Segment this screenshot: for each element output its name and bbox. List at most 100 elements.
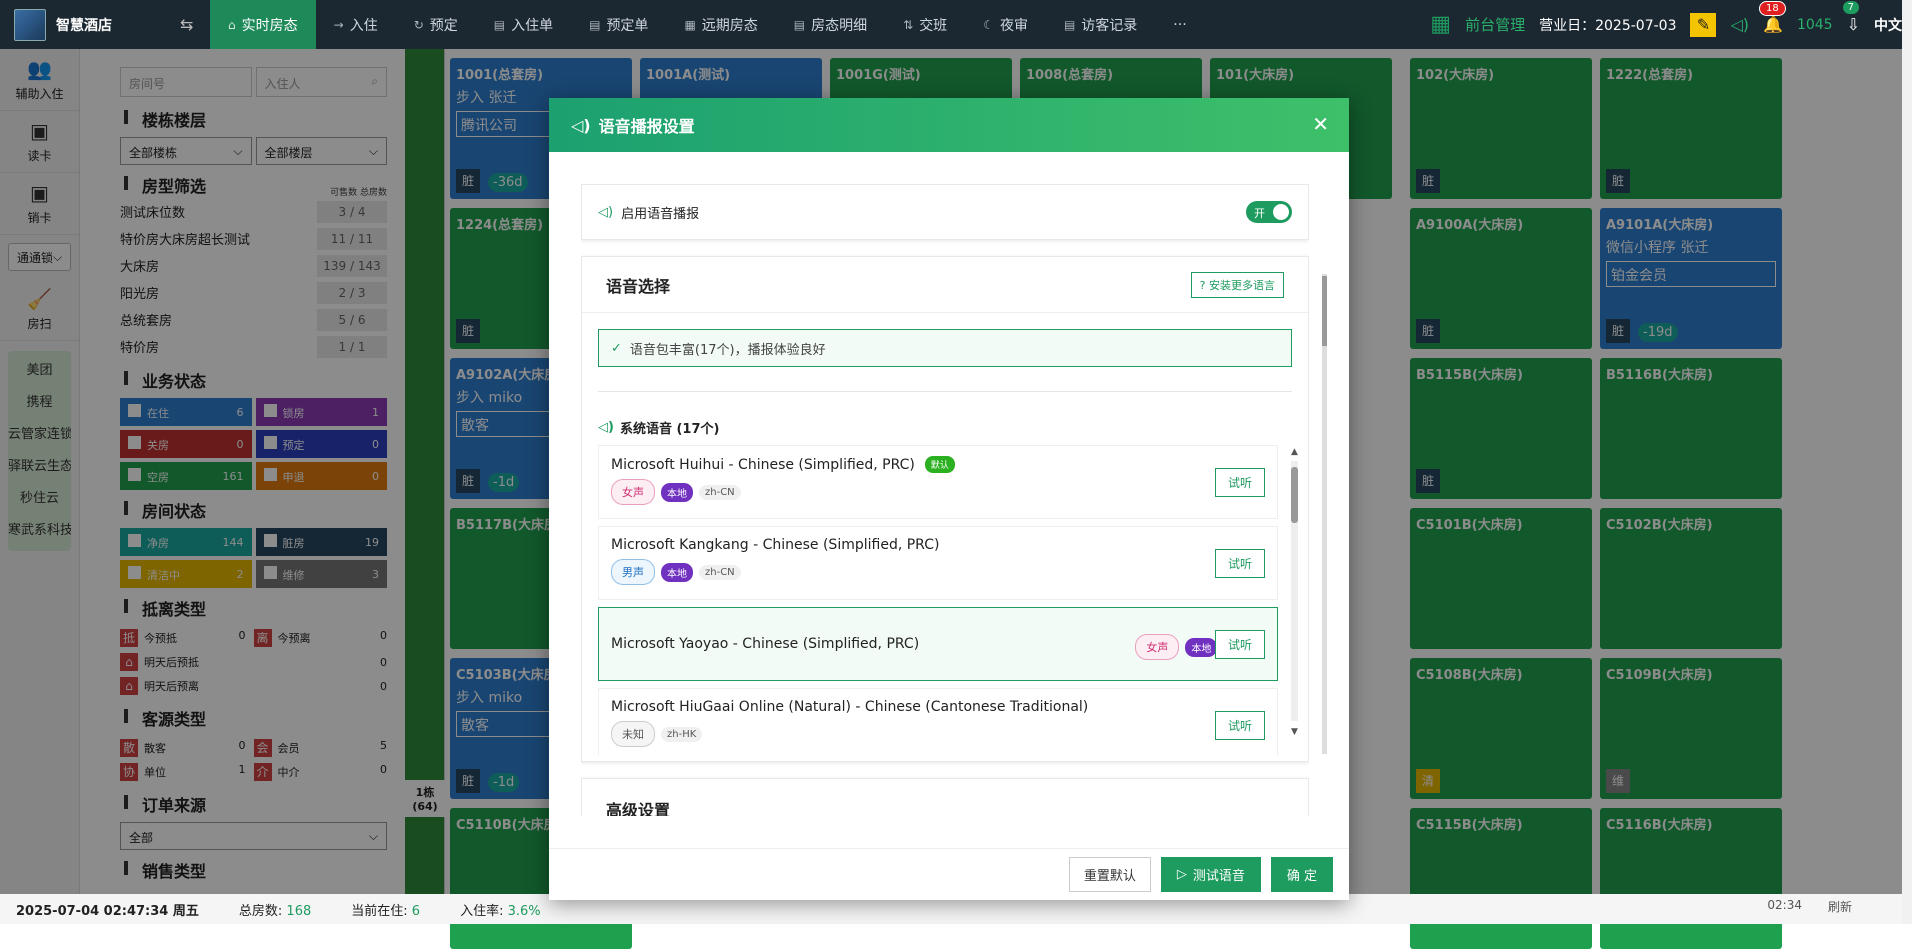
dialog-title: 语音播报设置 bbox=[598, 117, 695, 136]
listen-button[interactable]: 试听 bbox=[1214, 549, 1265, 578]
confirm-button[interactable]: 确 定 bbox=[1270, 857, 1333, 892]
nav-icon: ▤ bbox=[793, 17, 806, 32]
local-tag: 本地 bbox=[661, 482, 693, 502]
download-icon[interactable]: ⇩ 7 bbox=[1842, 1, 1860, 34]
nav-icon: → bbox=[333, 17, 344, 32]
current-occupancy: 当前在住: 6 bbox=[351, 900, 420, 919]
advanced-settings-card[interactable]: 高级设置 bbox=[581, 778, 1309, 816]
listen-button[interactable]: 试听 bbox=[1214, 468, 1265, 497]
language-card: 语音选择 ? 安装更多语言 ✓ 语音包丰富(17个)，播报体验良好 ◁) 系统语音 … bbox=[581, 256, 1309, 762]
toggle-knob bbox=[1273, 204, 1289, 220]
system-voice-title: ◁) 系统语音 (17个) bbox=[598, 418, 1292, 437]
check-circle-icon: ✓ bbox=[611, 340, 622, 356]
nav-icon: ☾ bbox=[983, 17, 994, 32]
top-right-area: ▦ 前台管理 营业日：2025-07-03 ✎ ◁) 🔔 18 1045 ⇩ 7 中… bbox=[1430, 0, 1912, 49]
collapse-icon[interactable]: ⇆ bbox=[180, 15, 200, 34]
nav-label: 房态明细 bbox=[811, 17, 868, 34]
enable-label: 启用语音播报 bbox=[621, 206, 700, 222]
voice-tags: 未知 zh-HK bbox=[611, 721, 1265, 747]
voice-item[interactable]: Microsoft Yaoyao - Chinese (Simplified, … bbox=[598, 607, 1278, 681]
dialog-scrollbar-track[interactable] bbox=[1322, 274, 1327, 754]
close-icon[interactable]: ✕ bbox=[1312, 112, 1329, 136]
language-section-title: 语音选择 bbox=[606, 276, 671, 296]
nav-label: 实时房态 bbox=[241, 17, 298, 34]
current-label: 当前在住: bbox=[351, 903, 408, 919]
listen-button[interactable]: 试听 bbox=[1214, 630, 1265, 659]
nav-icon: ⌂ bbox=[228, 17, 236, 32]
grid-icon[interactable]: ▦ bbox=[1430, 12, 1451, 37]
system-voice-label: 系统语音 (17个) bbox=[619, 422, 720, 437]
count-1045: 1045 bbox=[1796, 16, 1833, 33]
gender-tag: 女声 bbox=[611, 479, 655, 505]
reset-default-button[interactable]: 重置默认 bbox=[1068, 857, 1151, 892]
datetime: 2025-07-04 02:47:34 周五 bbox=[16, 903, 199, 919]
voice-name-row: Microsoft Yaoyao - Chinese (Simplified, … bbox=[611, 618, 919, 670]
nav-item-0[interactable]: ⌂ 实时房态 bbox=[210, 0, 316, 49]
shift-label[interactable]: 前台管理 bbox=[1465, 14, 1525, 35]
dialog-scrollbar-thumb[interactable] bbox=[1322, 276, 1327, 346]
page-scrollbar[interactable] bbox=[1902, 0, 1912, 924]
scroll-down-icon[interactable]: ▼ bbox=[1291, 727, 1298, 737]
occupancy-rate: 入住率: 3.6% bbox=[460, 900, 541, 919]
play-icon: ▷ bbox=[1176, 867, 1187, 882]
nav-item-9[interactable]: ▤ 访客记录 bbox=[1046, 0, 1155, 49]
voice-list-scrollbar[interactable]: ▲ ▼ bbox=[1291, 447, 1298, 737]
voice-name: Microsoft Huihui - Chinese (Simplified, … bbox=[611, 456, 915, 473]
nav-label: 入住 bbox=[349, 17, 378, 34]
top-bar: 智慧酒店 ⇆ ⌂ 实时房态 → 入住 ↻ 预定 ▤ 入住单 ▤ 预定单 ▦ 远期房态 ▤ 房态明细 ⇅ 交班 ☾… bbox=[0, 0, 1912, 49]
nav-item-10[interactable]: ··· bbox=[1155, 0, 1204, 49]
nav-label: 交班 bbox=[919, 17, 948, 34]
divider bbox=[598, 391, 1292, 392]
business-date: 营业日：2025-07-03 bbox=[1539, 17, 1677, 34]
dialog-body: ◁) 启用语音播报 开 语音选择 ? 安装更多语言 ✓ 语音包丰富(17个)，播报体… bbox=[581, 184, 1309, 816]
nav-item-8[interactable]: ☾ 夜审 bbox=[965, 0, 1046, 49]
tip-text: 语音包丰富(17个)，播报体验良好 bbox=[629, 342, 826, 358]
nav-icon: ↻ bbox=[413, 17, 424, 32]
lang-code-tag: zh-CN bbox=[699, 484, 741, 500]
voice-name: Microsoft HiuGaai Online (Natural) - Chi… bbox=[611, 699, 1089, 715]
scroll-thumb[interactable] bbox=[1291, 467, 1298, 523]
dialog-footer: 重置默认 ▷ 测试语音 确 定 bbox=[549, 848, 1349, 900]
nav-item-2[interactable]: ↻ 预定 bbox=[396, 0, 476, 49]
language-switch[interactable]: 中文 bbox=[1874, 15, 1902, 35]
nav-item-6[interactable]: ▤ 房态明细 bbox=[776, 0, 885, 49]
brand[interactable]: 智慧酒店 bbox=[0, 0, 180, 49]
total-rooms: 总房数: 168 bbox=[239, 900, 311, 919]
nav-icon: ▦ bbox=[684, 17, 696, 32]
notification-bell[interactable]: 🔔 18 bbox=[1759, 1, 1786, 34]
gender-tag: 男声 bbox=[611, 559, 655, 585]
nav-item-5[interactable]: ▦ 远期房态 bbox=[666, 0, 775, 49]
advanced-title: 高级设置 bbox=[606, 801, 671, 816]
scroll-up-icon[interactable]: ▲ bbox=[1291, 447, 1298, 457]
lang-code-tag: zh-HK bbox=[661, 726, 703, 742]
nav-item-1[interactable]: → 入住 bbox=[316, 0, 396, 49]
voice-name: Microsoft Kangkang - Chinese (Simplified… bbox=[611, 537, 940, 553]
nav-icon: ▤ bbox=[589, 17, 601, 32]
nav-item-7[interactable]: ⇅ 交班 bbox=[885, 0, 965, 49]
enable-voice-card: ◁) 启用语音播报 开 bbox=[581, 184, 1309, 240]
total-value: 168 bbox=[286, 903, 312, 919]
nav-label: 入住单 bbox=[511, 17, 554, 34]
nav-label: 访客记录 bbox=[1081, 17, 1138, 34]
gender-tag: 女声 bbox=[1135, 634, 1180, 660]
help-icon: ? bbox=[1199, 278, 1206, 292]
nav-item-4[interactable]: ▤ 预定单 bbox=[571, 0, 666, 49]
nav-item-3[interactable]: ▤ 入住单 bbox=[476, 0, 571, 49]
nav-icon: ⇅ bbox=[903, 17, 914, 32]
voice-item[interactable]: Microsoft Huihui - Chinese (Simplified, … bbox=[598, 445, 1278, 519]
speaker-icon: ◁) bbox=[598, 420, 614, 435]
listen-button[interactable]: 试听 bbox=[1214, 711, 1265, 740]
voice-name-row: Microsoft HiuGaai Online (Natural) - Chi… bbox=[611, 699, 1265, 715]
voice-item[interactable]: Microsoft HiuGaai Online (Natural) - Chi… bbox=[598, 688, 1278, 755]
speaker-icon: ◁) bbox=[571, 115, 591, 135]
voice-item[interactable]: Microsoft Kangkang - Chinese (Simplified… bbox=[598, 526, 1278, 600]
install-more-button[interactable]: ? 安装更多语言 bbox=[1190, 271, 1284, 298]
volume-icon[interactable]: ◁) bbox=[1730, 15, 1749, 34]
edit-icon[interactable]: ✎ bbox=[1690, 12, 1717, 37]
test-voice-button[interactable]: ▷ 测试语音 bbox=[1160, 857, 1261, 892]
refresh-button[interactable]: 刷新 bbox=[1828, 898, 1852, 915]
toggle-text: 开 bbox=[1254, 207, 1265, 220]
voice-tags: 男声 本地 zh-CN bbox=[611, 559, 1265, 585]
dialog-header: ◁) 语音播报设置 bbox=[549, 98, 1349, 152]
enable-voice-toggle[interactable]: 开 bbox=[1246, 201, 1292, 223]
